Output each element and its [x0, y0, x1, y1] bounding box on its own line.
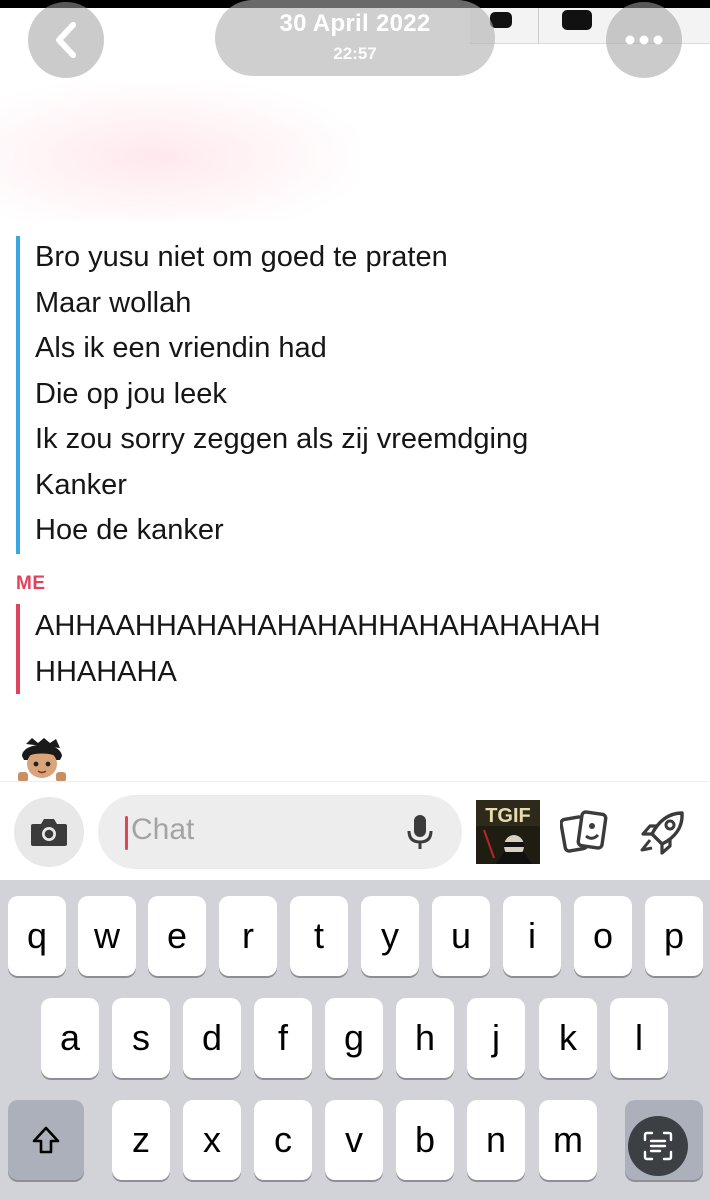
sticker-button[interactable]: TGIF	[476, 800, 540, 864]
key-x[interactable]: x	[183, 1100, 241, 1180]
more-dots-icon	[625, 35, 663, 45]
key-z[interactable]: z	[112, 1100, 170, 1180]
key-u[interactable]: u	[432, 896, 490, 976]
key-y[interactable]: y	[361, 896, 419, 976]
key-j[interactable]: j	[467, 998, 525, 1078]
chat-input[interactable]: Chat	[98, 795, 462, 869]
camera-button[interactable]	[14, 797, 84, 867]
incoming-message-line: Als ik een vriendin had	[35, 332, 327, 364]
incoming-message-line: Hoe de kanker	[35, 514, 224, 546]
key-w[interactable]: w	[78, 896, 136, 976]
outgoing-message-line: HHAHAHA	[35, 655, 177, 688]
camera-icon	[31, 819, 67, 846]
video-call-icon	[562, 10, 592, 30]
message-time: 22:57	[333, 44, 377, 63]
text-scan-button[interactable]	[628, 1116, 688, 1176]
back-button[interactable]	[28, 2, 104, 78]
incoming-message-line: Kanker	[35, 468, 127, 501]
chat-input-bar: Chat TGIF	[0, 781, 710, 880]
text-cursor	[125, 816, 128, 850]
incoming-message-line: Ik zou sorry zeggen als zij vreemdging	[35, 423, 529, 455]
key-l[interactable]: l	[610, 998, 668, 1078]
incoming-message-line: Maar wollah	[35, 286, 192, 319]
incoming-message-line: Die op jou leek	[35, 377, 227, 410]
message-date: 30 April 2022	[279, 10, 431, 37]
sticker-text: TGIF	[485, 805, 531, 827]
key-h[interactable]: h	[396, 998, 454, 1078]
chat-placeholder: Chat	[131, 813, 195, 846]
bitmoji-avatar[interactable]	[16, 738, 68, 782]
timestamp-pill: 30 April 2022 22:57	[215, 0, 495, 76]
divider	[538, 8, 539, 44]
key-c[interactable]: c	[254, 1100, 312, 1180]
microphone-icon[interactable]	[406, 813, 434, 851]
key-d[interactable]: d	[183, 998, 241, 1078]
shift-icon	[32, 1126, 60, 1154]
text-scan-icon	[643, 1131, 673, 1161]
rocket-icon[interactable]	[638, 810, 688, 856]
key-q[interactable]: q	[8, 896, 66, 976]
key-e[interactable]: e	[148, 896, 206, 976]
outgoing-message-line: AHHAAHHAHAHAHAHAHHAHAHAHAHAH	[35, 610, 601, 642]
more-options-button[interactable]	[606, 2, 682, 78]
key-v[interactable]: v	[325, 1100, 383, 1180]
keyboard: q w e r t y u i o p a s d f g h j k l z …	[0, 880, 710, 1200]
key-b[interactable]: b	[396, 1100, 454, 1180]
incoming-message-group: Bro yusu niet om goed te praten Maar wol…	[16, 236, 528, 554]
chevron-left-icon	[56, 22, 76, 58]
avatar-icon	[18, 738, 66, 782]
sender-label-me: ME	[16, 573, 46, 594]
outgoing-message-group: AHHAAHHAHAHAHAHAHHAHAHAHAHAH HHAHAHA	[16, 604, 601, 694]
cards-icon[interactable]	[560, 810, 610, 854]
incoming-message-line: Bro yusu niet om goed te praten	[35, 241, 448, 273]
key-n[interactable]: n	[467, 1100, 525, 1180]
key-m[interactable]: m	[539, 1100, 597, 1180]
blurred-region	[0, 80, 360, 220]
key-f[interactable]: f	[254, 998, 312, 1078]
key-i[interactable]: i	[503, 896, 561, 976]
key-p[interactable]: p	[645, 896, 703, 976]
key-r[interactable]: r	[219, 896, 277, 976]
key-k[interactable]: k	[539, 998, 597, 1078]
key-a[interactable]: a	[41, 998, 99, 1078]
key-s[interactable]: s	[112, 998, 170, 1078]
key-o[interactable]: o	[574, 896, 632, 976]
shift-key[interactable]	[8, 1100, 84, 1180]
key-g[interactable]: g	[325, 998, 383, 1078]
key-t[interactable]: t	[290, 896, 348, 976]
sticker-icon: TGIF	[476, 800, 540, 864]
